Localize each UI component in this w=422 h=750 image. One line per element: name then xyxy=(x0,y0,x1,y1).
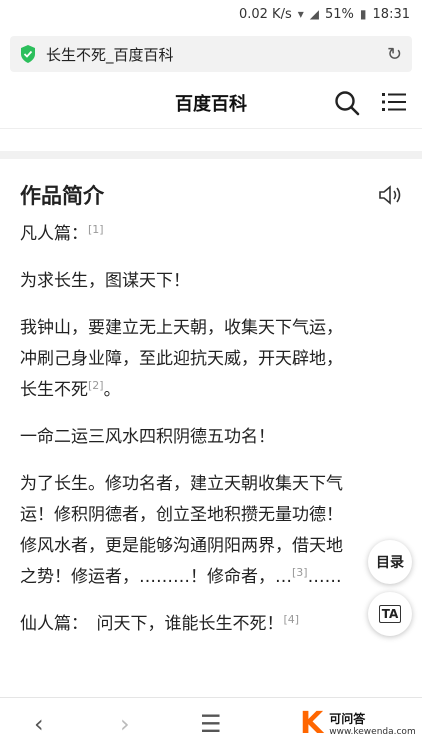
logo-url: www.kewenda.com xyxy=(329,727,416,737)
section-heading: 作品简介 xyxy=(20,175,402,215)
paragraph: 一命二运三风水四积阴德五功名！ xyxy=(20,427,275,447)
paragraph-mortal: 凡人篇：[1] xyxy=(20,219,402,250)
paragraph: 我钟山，要建立无上天朝，收集天下气运， 冲刷己身业障，至此迎抗天威，开天辟地， … xyxy=(20,313,402,406)
back-icon[interactable]: ‹ xyxy=(34,710,44,738)
menu-icon[interactable]: ☰ xyxy=(200,710,222,738)
site-header: 百度百科 xyxy=(0,78,422,129)
wifi-icon: ▾ xyxy=(297,7,304,21)
address-bar[interactable]: 长生不死_百度百科 ↻ xyxy=(10,36,412,72)
paragraph-line: 。 xyxy=(103,380,121,400)
logo-name: 可问答 xyxy=(329,712,366,726)
section-divider xyxy=(0,151,422,159)
paragraph-line: 之势！修运者，………！修命者，… xyxy=(20,567,292,587)
reload-icon[interactable]: ↻ xyxy=(387,44,402,65)
paragraph-immortal: 仙人篇： 问天下，谁能长生不死！[4] xyxy=(20,609,402,640)
reference-link[interactable]: [2] xyxy=(88,379,104,392)
paragraph-text: 凡人篇： xyxy=(20,224,88,244)
logo-k: K xyxy=(300,706,324,741)
paragraph-line: 修风水者，更是能够沟通阴阳两界，借天地 xyxy=(20,536,343,556)
search-icon[interactable] xyxy=(334,90,360,116)
paragraph-line: …… xyxy=(307,567,342,587)
paragraph-line: 我钟山，要建立无上天朝，收集天下气运， xyxy=(20,318,343,338)
paragraph: 为求长生，图谋天下！ xyxy=(20,271,190,291)
toc-button[interactable]: 目录 xyxy=(368,540,412,584)
section-title: 作品简介 xyxy=(20,184,104,208)
paragraph: 为了长生。修功名者，建立天朝收集天下气 运！修积阴德者，创立圣地积攒无量功德！ … xyxy=(20,469,402,593)
ta-icon: TA xyxy=(378,605,402,623)
ta-button[interactable]: TA xyxy=(368,592,412,636)
page-title-address[interactable]: 长生不死_百度百科 xyxy=(46,44,387,65)
network-speed: 0.02 K/s xyxy=(238,6,292,22)
paragraph-line: 长生不死 xyxy=(20,380,88,400)
watermark-logo: K 可问答 www.kewenda.com xyxy=(300,706,416,741)
clock: 18:31 xyxy=(372,6,410,22)
paragraph-line: 冲刷己身业障，至此迎抗天威，开天辟地， xyxy=(20,349,343,369)
forward-icon[interactable]: › xyxy=(120,710,130,738)
signal-icon: ◢ xyxy=(309,7,320,21)
article-content: 作品简介 凡人篇：[1] 为求长生，图谋天下！ 我钟山，要建立无上天朝，收集天下… xyxy=(0,175,422,640)
reference-link[interactable]: [3] xyxy=(292,566,308,579)
speaker-icon[interactable] xyxy=(378,184,402,206)
paragraph-text: 仙人篇： 问天下，谁能长生不死！ xyxy=(20,614,284,634)
reference-link[interactable]: [4] xyxy=(284,613,300,626)
menu-list-icon[interactable] xyxy=(382,91,406,113)
browser-bottom-bar: ‹ › ☰ K 可问答 www.kewenda.com xyxy=(0,697,422,750)
status-bar: 0.02 K/s ▾ ◢ 51% ▮ 18:31 xyxy=(0,0,422,28)
reference-link[interactable]: [1] xyxy=(88,223,104,236)
secure-shield-icon xyxy=(21,45,35,63)
paragraph-line: 运！修积阴德者，创立圣地积攒无量功德！ xyxy=(20,505,343,525)
paragraph-line: 为了长生。修功名者，建立天朝收集天下气 xyxy=(20,474,343,494)
site-title[interactable]: 百度百科 xyxy=(175,90,247,116)
battery-level: 51% xyxy=(325,6,354,22)
battery-icon: ▮ xyxy=(359,7,367,21)
